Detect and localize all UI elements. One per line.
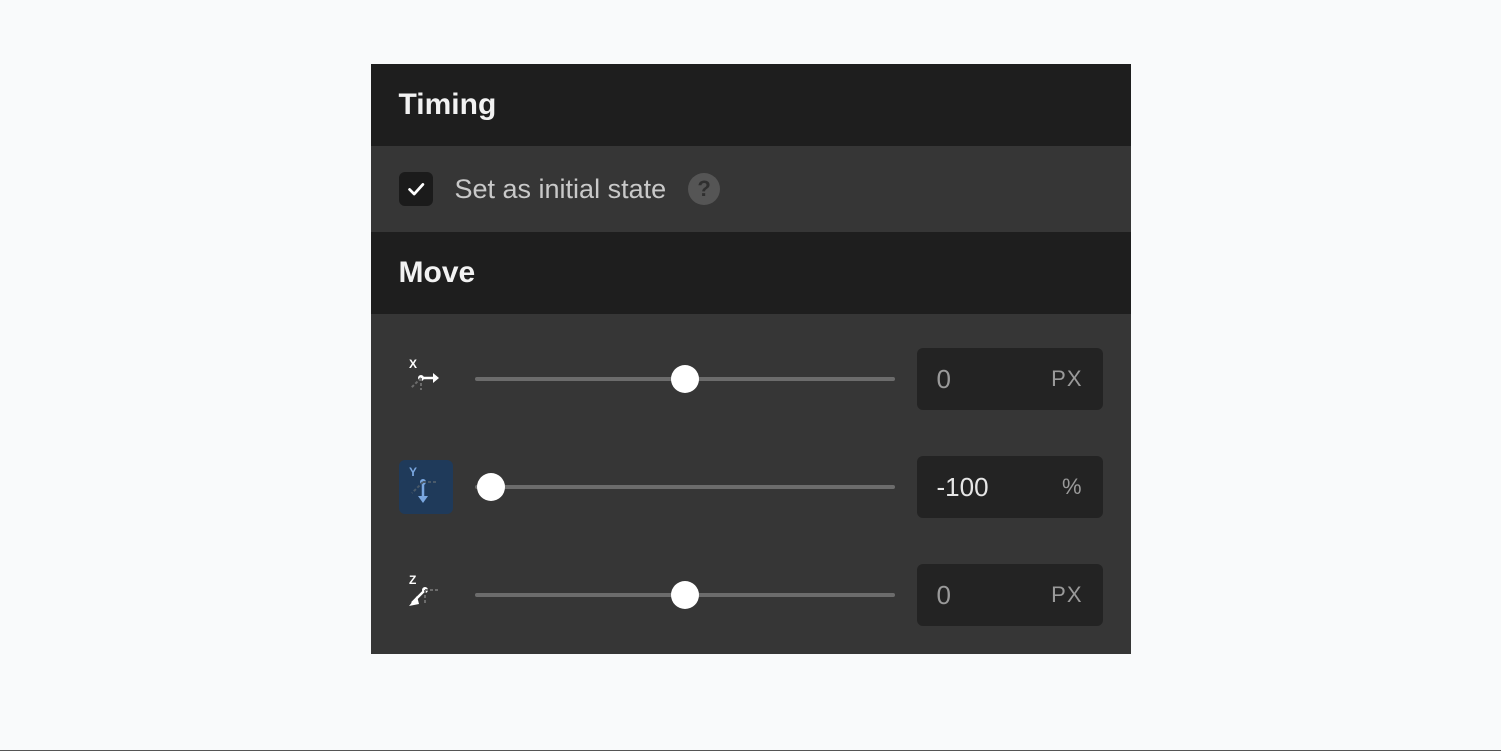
slider-track <box>475 485 895 489</box>
move-y-icon[interactable]: Y <box>399 460 453 514</box>
value-box-x: 0 PX <box>917 348 1103 410</box>
initial-state-checkbox[interactable] <box>399 172 433 206</box>
unit-selector-z[interactable]: PX <box>1051 582 1082 608</box>
slider-thumb-x[interactable] <box>671 365 699 393</box>
svg-text:X: X <box>409 357 417 371</box>
slider-x[interactable] <box>475 364 895 394</box>
section-header-move: Move <box>371 232 1131 314</box>
slider-y[interactable] <box>475 472 895 502</box>
initial-state-row: Set as initial state ? <box>371 146 1131 232</box>
axis-row-x: X 0 PX <box>399 348 1103 410</box>
unit-selector-y[interactable]: % <box>1062 474 1083 500</box>
timing-title: Timing <box>399 88 497 121</box>
value-box-z: 0 PX <box>917 564 1103 626</box>
move-z-icon[interactable]: Z <box>399 568 453 622</box>
unit-selector-x[interactable]: PX <box>1051 366 1082 392</box>
value-input-z[interactable]: 0 <box>937 580 951 611</box>
value-input-x[interactable]: 0 <box>937 364 951 395</box>
slider-thumb-z[interactable] <box>671 581 699 609</box>
check-icon <box>405 178 427 200</box>
slider-thumb-y[interactable] <box>477 473 505 501</box>
axis-row-y: Y -100 % <box>399 456 1103 518</box>
svg-text:Z: Z <box>409 573 416 587</box>
help-icon[interactable]: ? <box>688 173 720 205</box>
move-title: Move <box>399 256 476 289</box>
value-input-y[interactable]: -100 <box>937 472 989 503</box>
axis-row-z: Z 0 PX <box>399 564 1103 626</box>
value-box-y: -100 % <box>917 456 1103 518</box>
slider-z[interactable] <box>475 580 895 610</box>
move-body: X 0 PX Y <box>371 314 1131 654</box>
svg-text:Y: Y <box>409 465 417 479</box>
initial-state-label: Set as initial state <box>455 174 667 205</box>
move-x-icon[interactable]: X <box>399 352 453 406</box>
interactions-panel: Timing Set as initial state ? Move X <box>371 64 1131 654</box>
section-header-timing: Timing <box>371 64 1131 146</box>
